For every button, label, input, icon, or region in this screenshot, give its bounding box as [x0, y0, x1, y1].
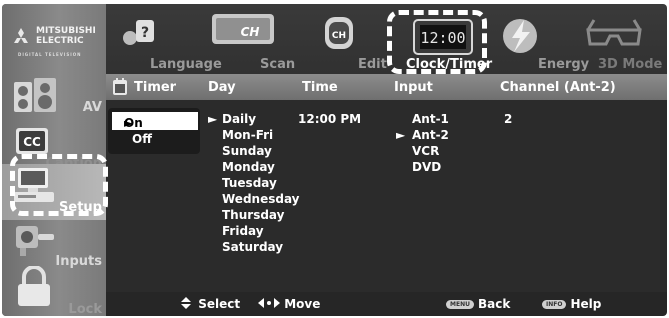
hint-move: Move	[258, 297, 320, 311]
tab-label: Edit	[358, 57, 387, 72]
info-button-icon: INFO	[542, 300, 567, 309]
brand-line-1: MITSUBISHI	[36, 26, 96, 36]
timer-settings-panel: Timer Day Time Input Channel (Ant-2) ► O…	[106, 74, 667, 292]
day-option[interactable]: Saturday	[222, 240, 283, 254]
timer-toggle-list: ► On Off	[108, 108, 200, 154]
header-time: Time	[302, 80, 338, 95]
hint-label: Help	[570, 297, 602, 311]
tab-label: 3D Mode	[598, 57, 663, 72]
button-hint-bar: Select Move MENU Back INFO Help	[106, 292, 667, 316]
table-header: Timer Day Time Input Channel (Ant-2)	[106, 74, 667, 100]
tab-scan[interactable]: CH Scan	[208, 4, 296, 74]
input-option[interactable]: VCR	[412, 144, 439, 158]
channel-value[interactable]: 2	[504, 112, 512, 126]
sidebar-item-label: Lock	[68, 302, 102, 316]
selection-arrow-icon: ►	[208, 112, 218, 126]
3d-glasses-icon	[586, 19, 642, 46]
scan-channel-icon: CH	[212, 14, 274, 44]
hint-help: INFO Help	[542, 297, 601, 311]
day-option[interactable]: Monday	[222, 160, 275, 174]
sidebar-item-lock[interactable]: Lock	[2, 262, 106, 316]
input-option[interactable]: Ant-1	[412, 112, 449, 126]
brand-logo: MITSUBISHI ELECTRIC DIGITAL TELEVISION	[8, 12, 100, 58]
day-option[interactable]: Thursday	[222, 208, 284, 222]
timer-calendar-icon	[113, 78, 127, 95]
selection-arrow-icon: ►	[396, 128, 406, 142]
timer-option-label: Off	[132, 132, 152, 146]
hint-back: MENU Back	[446, 297, 510, 311]
hint-label: Move	[284, 297, 321, 311]
timer-option-label: On	[124, 116, 143, 130]
day-option[interactable]: Sunday	[222, 144, 272, 158]
channel-edit-icon: CH	[325, 17, 353, 49]
padlock-icon	[18, 266, 50, 306]
sidebar-item-av[interactable]: AV	[2, 70, 106, 126]
time-value[interactable]: 12:00 PM	[298, 112, 361, 126]
hint-select: Select	[178, 297, 240, 311]
header-timer: Timer	[134, 80, 177, 95]
tab-language[interactable]: ? Language	[106, 4, 222, 74]
day-option[interactable]: Friday	[222, 224, 264, 238]
up-down-arrows-icon	[181, 297, 191, 309]
edit-badge-text: CH	[332, 31, 346, 41]
brand-tagline: DIGITAL TELEVISION	[18, 52, 82, 57]
day-option[interactable]: Daily	[222, 112, 256, 126]
day-option[interactable]: Wednesday	[222, 192, 300, 206]
language-icon: ?	[123, 20, 154, 45]
tab-edit[interactable]: CH Edit	[306, 4, 396, 74]
timer-option-on[interactable]: ► On	[112, 112, 198, 130]
hint-label: Select	[198, 297, 241, 311]
tab-3d-mode[interactable]: 3D Mode	[584, 4, 667, 74]
svg-text:?: ?	[141, 25, 149, 41]
svg-text:CC: CC	[23, 135, 41, 149]
inputs-icon	[16, 226, 54, 256]
day-option[interactable]: Mon-Fri	[222, 128, 273, 142]
hint-label: Back	[477, 297, 511, 311]
tab-label: Scan	[260, 57, 296, 72]
input-option[interactable]: DVD	[412, 160, 441, 174]
input-option[interactable]: Ant-2	[412, 128, 449, 142]
brand-line-2: ELECTRIC	[36, 36, 84, 46]
tab-energy[interactable]: Energy	[498, 4, 589, 74]
three-diamonds-logo-icon	[14, 28, 28, 43]
day-option[interactable]: Tuesday	[222, 176, 277, 190]
tab-label: Energy	[538, 57, 590, 72]
menu-button-icon: MENU	[446, 300, 474, 309]
highlight-clock-timer	[387, 10, 487, 74]
header-input: Input	[394, 80, 433, 95]
header-channel: Channel (Ant-2)	[500, 80, 616, 95]
speakers-icon	[14, 78, 56, 112]
scan-badge-text: CH	[241, 25, 260, 39]
sidebar-item-label: AV	[82, 100, 102, 115]
highlight-setup	[10, 154, 108, 216]
header-day: Day	[208, 80, 236, 95]
left-right-arrows-icon	[258, 298, 280, 308]
timer-option-off[interactable]: Off	[112, 130, 198, 148]
energy-icon	[503, 19, 537, 53]
